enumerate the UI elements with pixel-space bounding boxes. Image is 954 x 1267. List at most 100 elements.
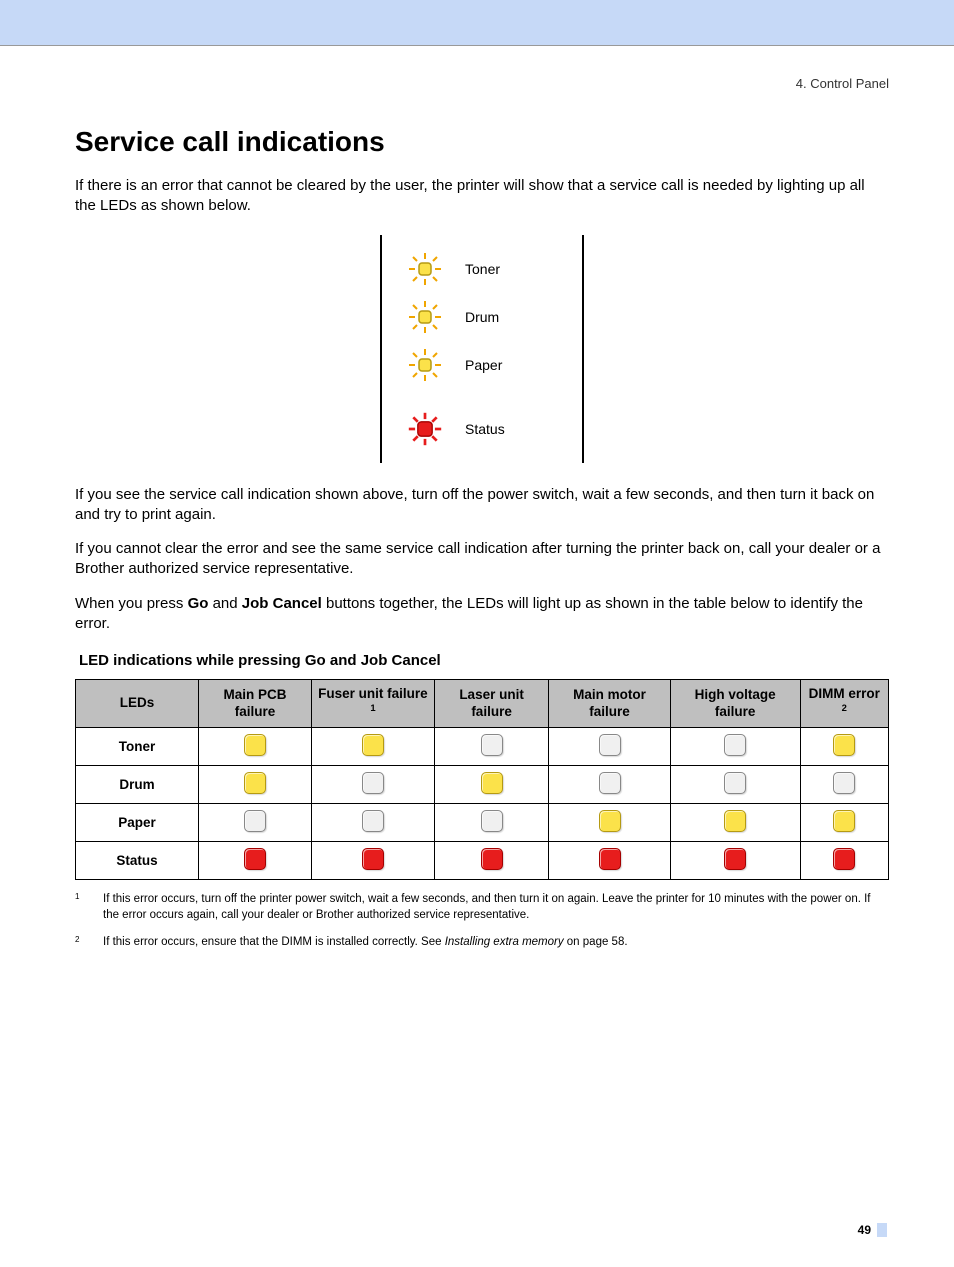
col-leds: LEDs: [76, 680, 199, 728]
led-cell: [670, 842, 800, 880]
led-cell: [311, 766, 434, 804]
footnote-text: If this error occurs, ensure that the DI…: [103, 935, 628, 952]
col-main-motor: Main motor failure: [549, 680, 671, 728]
led-cell: [311, 842, 434, 880]
led-row-drum: Drum: [407, 293, 557, 341]
jobcancel-button-ref: Job Cancel: [242, 595, 322, 612]
go-button-ref: Go: [188, 595, 209, 612]
row-header: Drum: [76, 766, 199, 804]
paragraph-4: When you press Go and Job Cancel buttons…: [75, 594, 889, 635]
table-body: TonerDrumPaperStatus: [76, 728, 889, 880]
led-red-icon: [244, 848, 266, 870]
led-cell: [311, 728, 434, 766]
led-yellow-blink-icon: [407, 251, 443, 287]
led-cell: [549, 842, 671, 880]
led-cell: [670, 804, 800, 842]
led-cell: [549, 804, 671, 842]
led-cell: [670, 728, 800, 766]
led-row-paper: Paper: [407, 341, 557, 389]
led-label: Drum: [465, 309, 499, 325]
led-yellow-blink-icon: [407, 347, 443, 383]
led-cell: [434, 728, 548, 766]
led-cell: [670, 766, 800, 804]
table-row: Drum: [76, 766, 889, 804]
led-cell: [800, 766, 888, 804]
footnote-1: 1 If this error occurs, turn off the pri…: [75, 892, 889, 923]
led-cell: [549, 728, 671, 766]
led-red-icon: [362, 848, 384, 870]
led-yellow-icon: [833, 810, 855, 832]
cross-ref: Installing extra memory: [445, 936, 564, 948]
footnote-ref-2: 2: [842, 703, 847, 714]
led-cell: [199, 728, 312, 766]
row-header: Status: [76, 842, 199, 880]
led-cell: [311, 804, 434, 842]
led-red-icon: [724, 848, 746, 870]
led-off-icon: [724, 772, 746, 794]
table-row: Toner: [76, 728, 889, 766]
col-main-pcb: Main PCB failure: [199, 680, 312, 728]
led-cell: [434, 804, 548, 842]
led-off-icon: [362, 772, 384, 794]
led-cell: [800, 842, 888, 880]
footnote-ref-1: 1: [370, 703, 375, 714]
led-off-icon: [599, 734, 621, 756]
led-off-icon: [833, 772, 855, 794]
led-cell: [434, 766, 548, 804]
led-yellow-blink-icon: [407, 299, 443, 335]
col-fuser: Fuser unit failure 1: [311, 680, 434, 728]
led-yellow-icon: [724, 810, 746, 832]
led-yellow-icon: [481, 772, 503, 794]
led-cell: [199, 842, 312, 880]
led-cell: [199, 804, 312, 842]
footnote-number: 1: [75, 892, 87, 923]
row-header: Toner: [76, 728, 199, 766]
text: When you press: [75, 595, 188, 612]
led-yellow-icon: [244, 772, 266, 794]
led-red-icon: [481, 848, 503, 870]
led-label: Paper: [465, 357, 502, 373]
led-panel: Toner Drum: [380, 235, 584, 463]
led-label: Toner: [465, 261, 500, 277]
intro-paragraph: If there is an error that cannot be clea…: [75, 176, 889, 217]
col-laser: Laser unit failure: [434, 680, 548, 728]
paragraph-3: If you cannot clear the error and see th…: [75, 539, 889, 580]
page-number: 49: [75, 1223, 889, 1238]
led-red-icon: [833, 848, 855, 870]
footnote-text: If this error occurs, turn off the print…: [103, 892, 889, 923]
col-high-voltage: High voltage failure: [670, 680, 800, 728]
led-cell: [800, 804, 888, 842]
led-error-table: LEDs Main PCB failure Fuser unit failure…: [75, 679, 889, 880]
led-red-icon: [599, 848, 621, 870]
table-row: Paper: [76, 804, 889, 842]
led-off-icon: [599, 772, 621, 794]
paragraph-2: If you see the service call indication s…: [75, 485, 889, 526]
led-yellow-icon: [599, 810, 621, 832]
led-off-icon: [481, 734, 503, 756]
page-number-tab: [877, 1223, 887, 1237]
led-red-blink-icon: [407, 411, 443, 447]
led-row-status: Status: [407, 405, 557, 453]
text: and: [208, 595, 241, 612]
led-off-icon: [362, 810, 384, 832]
led-yellow-icon: [833, 734, 855, 756]
top-band: [0, 0, 954, 46]
col-dimm: DIMM error 2: [800, 680, 888, 728]
led-cell: [199, 766, 312, 804]
led-cell: [800, 728, 888, 766]
led-off-icon: [481, 810, 503, 832]
led-label: Status: [465, 421, 505, 437]
table-header-row: LEDs Main PCB failure Fuser unit failure…: [76, 680, 889, 728]
led-cell: [549, 766, 671, 804]
footnote-number: 2: [75, 935, 87, 952]
led-off-icon: [724, 734, 746, 756]
led-row-toner: Toner: [407, 245, 557, 293]
footnote-2: 2 If this error occurs, ensure that the …: [75, 935, 889, 952]
section-header: 4. Control Panel: [75, 76, 889, 91]
led-cell: [434, 842, 548, 880]
page-content: 4. Control Panel Service call indication…: [0, 46, 954, 1267]
led-panel-figure: Toner Drum: [75, 235, 889, 463]
page-title: Service call indications: [75, 126, 889, 158]
led-yellow-icon: [244, 734, 266, 756]
led-yellow-icon: [362, 734, 384, 756]
